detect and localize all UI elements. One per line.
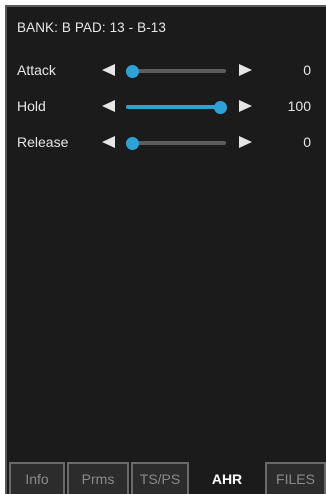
slider-track	[126, 141, 226, 145]
slider-fill	[126, 105, 220, 109]
tab-bar: Info Prms TS/PS AHR FILES	[9, 462, 326, 494]
ahr-panel: BANK: B PAD: 13 - B-13 Attack 0 Hold 100…	[5, 5, 326, 494]
slider-thumb[interactable]	[126, 65, 139, 78]
release-label: Release	[17, 134, 69, 150]
attack-increase-arrow-icon[interactable]	[239, 64, 252, 76]
param-row-hold: Hold 100	[7, 95, 326, 117]
release-slider[interactable]	[126, 137, 226, 150]
hold-decrease-arrow-icon[interactable]	[102, 100, 115, 112]
param-row-release: Release 0	[7, 131, 326, 153]
attack-slider[interactable]	[126, 65, 226, 78]
tab-ts-ps[interactable]: TS/PS	[131, 462, 189, 494]
slider-thumb[interactable]	[126, 137, 139, 150]
attack-decrease-arrow-icon[interactable]	[102, 64, 115, 76]
release-decrease-arrow-icon[interactable]	[102, 136, 115, 148]
hold-value: 100	[287, 98, 311, 114]
tab-info[interactable]: Info	[9, 462, 65, 494]
tab-prms[interactable]: Prms	[67, 462, 129, 494]
attack-label: Attack	[17, 62, 56, 78]
hold-label: Hold	[17, 98, 46, 114]
pad-header: BANK: B PAD: 13 - B-13	[17, 20, 167, 35]
hold-increase-arrow-icon[interactable]	[239, 100, 252, 112]
attack-value: 0	[303, 62, 311, 78]
release-increase-arrow-icon[interactable]	[239, 136, 252, 148]
param-row-attack: Attack 0	[7, 59, 326, 81]
hold-slider[interactable]	[126, 101, 227, 114]
slider-track	[126, 69, 226, 73]
tab-ahr[interactable]: AHR	[191, 462, 263, 494]
tab-files[interactable]: FILES	[265, 462, 326, 494]
release-value: 0	[303, 134, 311, 150]
slider-thumb[interactable]	[214, 101, 227, 114]
